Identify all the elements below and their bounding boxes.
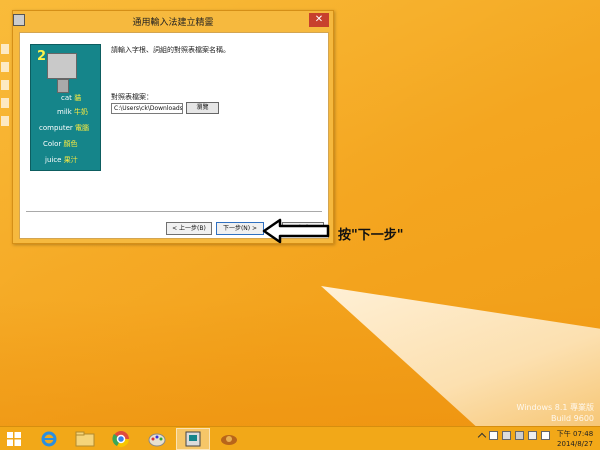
- file-explorer-icon[interactable]: [68, 428, 102, 450]
- volume-icon[interactable]: [515, 431, 524, 440]
- title-bar[interactable]: 通用輸入法建立精靈 ✕: [13, 11, 333, 31]
- chrome-icon[interactable]: [104, 428, 138, 450]
- desktop-icon[interactable]: [1, 80, 9, 90]
- annotation-text: 按"下一步": [338, 228, 404, 243]
- clock[interactable]: 下午 07:48 2014/8/27: [554, 429, 596, 449]
- keyboard-icon[interactable]: [528, 431, 537, 440]
- watermark-edition: Windows 8.1 專業版: [516, 403, 594, 412]
- word-pair: juice 果汁: [45, 156, 78, 164]
- system-tray: [477, 431, 550, 442]
- browse-button[interactable]: 瀏覽: [186, 102, 219, 114]
- word-pair: milk 牛奶: [57, 108, 88, 116]
- flag-icon[interactable]: [489, 431, 498, 440]
- window-title: 通用輸入法建立精靈: [132, 17, 214, 28]
- word-pair: Color 顏色: [43, 140, 78, 148]
- back-button[interactable]: < 上一步(B): [166, 222, 212, 235]
- start-icon[interactable]: [0, 427, 28, 450]
- network-icon[interactable]: [502, 431, 511, 440]
- clock-time: 下午 07:48: [556, 430, 594, 438]
- ime-icon[interactable]: [541, 431, 550, 440]
- file-path-input[interactable]: C:\Users\ck\Downloads\: [111, 103, 183, 114]
- step-number: 2: [37, 49, 47, 64]
- desktop-icon[interactable]: [1, 44, 9, 54]
- desktop-icons-column: [0, 36, 12, 266]
- desktop-icon[interactable]: [1, 116, 9, 126]
- app-icon[interactable]: [212, 428, 246, 450]
- wizard-illustration: 2 cat 貓 milk 牛奶 computer 電腦 Color 顏色 jui…: [30, 44, 101, 171]
- separator: [26, 211, 322, 213]
- app-icon[interactable]: [13, 14, 25, 26]
- desktop-icon[interactable]: [1, 62, 9, 72]
- chevron-up-icon[interactable]: [477, 432, 487, 442]
- windows-watermark: Windows 8.1 專業版 Build 9600: [516, 402, 594, 424]
- computer-icon: [47, 53, 77, 79]
- paint-icon[interactable]: [140, 428, 174, 450]
- word-pair: computer 電腦: [39, 124, 89, 132]
- input-method-icon[interactable]: [176, 427, 210, 450]
- prompt-text: 請輸入字根、詞組的對照表檔案名稱。: [111, 46, 230, 54]
- wizard-client: 2 cat 貓 milk 牛奶 computer 電腦 Color 顏色 jui…: [19, 32, 329, 239]
- watermark-build: Build 9600: [551, 414, 594, 423]
- taskbar: 下午 07:48 2014/8/27: [0, 426, 600, 450]
- file-label: 對照表檔案：: [111, 93, 153, 101]
- wizard-window: 通用輸入法建立精靈 ✕ 2 cat 貓 milk 牛奶 computer 電腦 …: [12, 10, 334, 244]
- close-button[interactable]: ✕: [309, 13, 329, 27]
- ie-icon[interactable]: [32, 428, 66, 450]
- pointer-arrow-icon: [262, 218, 330, 244]
- clock-date: 2014/8/27: [557, 440, 593, 448]
- desktop-icon[interactable]: [1, 98, 9, 108]
- next-button[interactable]: 下一步(N) >: [216, 222, 264, 235]
- computer-base-icon: [57, 79, 69, 93]
- word-pair: cat 貓: [61, 94, 82, 102]
